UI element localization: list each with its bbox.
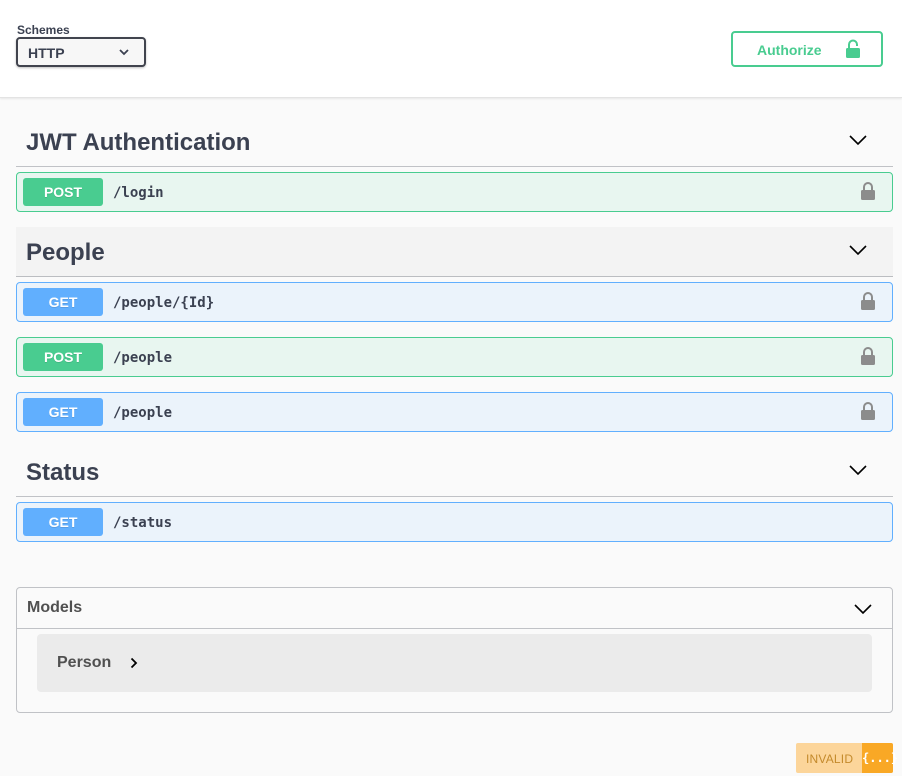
- models-title: Models: [27, 599, 83, 616]
- method-badge: POST: [23, 343, 103, 371]
- tag-title: People: [26, 239, 105, 266]
- lock-icon[interactable]: [860, 291, 876, 311]
- operation-post-people[interactable]: POST /people: [16, 337, 893, 377]
- operation-path: /login: [113, 185, 164, 201]
- operation-get-people[interactable]: GET /people: [16, 392, 893, 432]
- schemes-selected-value: HTTP: [28, 45, 65, 61]
- schemes-select[interactable]: HTTP: [16, 37, 146, 67]
- model-name: Person: [57, 654, 112, 671]
- operation-get-status[interactable]: GET /status: [16, 502, 893, 542]
- operation-post-login[interactable]: POST /login: [16, 172, 893, 212]
- scheme-container: Schemes HTTP Authorize: [0, 0, 902, 98]
- chevron-down-icon[interactable]: [849, 134, 867, 146]
- tag-title: Status: [26, 459, 100, 486]
- chevron-down-icon[interactable]: [849, 244, 867, 256]
- models-section: Models Person: [16, 587, 893, 713]
- lock-icon[interactable]: [860, 401, 876, 421]
- tag-title: JWT Authentication: [26, 129, 251, 156]
- method-badge: GET: [23, 288, 103, 316]
- operation-path: /status: [113, 515, 173, 531]
- authorize-label: Authorize: [757, 42, 822, 58]
- tag-header-people[interactable]: People: [16, 227, 893, 277]
- operation-path: /people/{Id}: [113, 295, 215, 311]
- chevron-down-icon[interactable]: [854, 603, 872, 615]
- operation-path: /people: [113, 350, 173, 366]
- lock-icon[interactable]: [860, 181, 876, 201]
- lock-icon[interactable]: [860, 346, 876, 366]
- operation-get-people-id[interactable]: GET /people/{Id}: [16, 282, 893, 322]
- schemes-label: Schemes: [17, 23, 70, 37]
- models-header[interactable]: Models: [17, 588, 892, 629]
- unlock-icon: [846, 39, 860, 58]
- authorize-button[interactable]: Authorize: [731, 31, 883, 67]
- validator-status: INVALID: [806, 752, 854, 766]
- method-badge: POST: [23, 178, 103, 206]
- method-badge: GET: [23, 508, 103, 536]
- tag-header-jwt-authentication[interactable]: JWT Authentication: [16, 117, 893, 167]
- operation-path: /people: [113, 405, 173, 421]
- chevron-right-icon[interactable]: [130, 657, 138, 669]
- chevron-down-icon[interactable]: [849, 464, 867, 476]
- tag-header-status[interactable]: Status: [16, 447, 893, 497]
- method-badge: GET: [23, 398, 103, 426]
- chevron-down-icon: [119, 49, 129, 56]
- validator-badge[interactable]: INVALID {...}: [796, 743, 898, 773]
- json-braces-icon: {...}: [862, 743, 898, 773]
- model-item-person[interactable]: Person: [37, 634, 872, 692]
